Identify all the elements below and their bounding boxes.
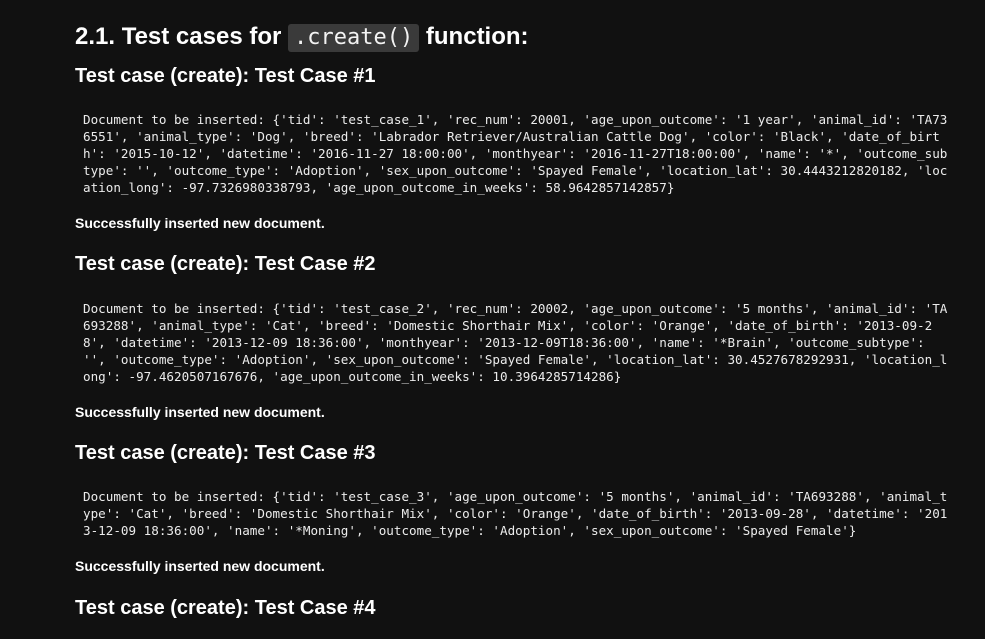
output-line: '', 'outcome_type': 'Adoption', 'sex_upo… xyxy=(83,352,948,367)
section-title-suffix: function: xyxy=(425,23,529,50)
output-line: type': '', 'outcome_type': 'Adoption', '… xyxy=(83,163,948,178)
test-case-4: Test case (create): Test Case #4 xyxy=(75,595,980,621)
section-title-code: .create() xyxy=(288,24,420,52)
output-line: 8', 'datetime': '2013-12-09 18:36:00', '… xyxy=(83,335,925,350)
output-line: Document to be inserted: {'tid': 'test_c… xyxy=(83,489,948,504)
test-case-3: Test case (create): Test Case #3 xyxy=(75,440,980,466)
status-message: Successfully inserted new document. xyxy=(75,404,325,420)
output-line: ong': -97.4620507167676, 'age_upon_outco… xyxy=(83,369,622,384)
test-case-1: Test case (create): Test Case #1 xyxy=(75,63,980,89)
test-case-heading: Test case (create): Test Case #2 xyxy=(75,253,376,275)
test-case-1-output: Document to be inserted: {'tid': 'test_c… xyxy=(75,111,980,196)
test-case-3-output: Document to be inserted: {'tid': 'test_c… xyxy=(75,488,980,539)
output-line: 693288', 'animal_type': 'Cat', 'breed': … xyxy=(83,318,933,333)
status-message: Successfully inserted new document. xyxy=(75,558,325,574)
section-title-prefix: 2.1. Test cases for xyxy=(75,23,282,50)
output-line: Document to be inserted: {'tid': 'test_c… xyxy=(83,112,948,127)
status-message: Successfully inserted new document. xyxy=(75,215,325,231)
test-case-heading: Test case (create): Test Case #3 xyxy=(75,442,376,464)
output-line: 6551', 'animal_type': 'Dog', 'breed': 'L… xyxy=(83,129,940,144)
test-case-heading: Test case (create): Test Case #1 xyxy=(75,65,376,87)
output-line: Document to be inserted: {'tid': 'test_c… xyxy=(83,301,948,316)
output-line: ation_long': -97.7326980338793, 'age_upo… xyxy=(83,180,675,195)
test-case-heading: Test case (create): Test Case #4 xyxy=(75,597,376,619)
test-case-2-output: Document to be inserted: {'tid': 'test_c… xyxy=(75,300,980,385)
output-line: ype': 'Cat', 'breed': 'Domestic Shorthai… xyxy=(83,506,948,521)
output-line: 3-12-09 18:36:00', 'name': '*Moning', 'o… xyxy=(83,523,857,538)
section-title: 2.1. Test cases for .create() function: xyxy=(75,22,529,53)
output-line: h': '2015-10-12', 'datetime': '2016-11-2… xyxy=(83,146,948,161)
test-case-2: Test case (create): Test Case #2 xyxy=(75,251,980,277)
